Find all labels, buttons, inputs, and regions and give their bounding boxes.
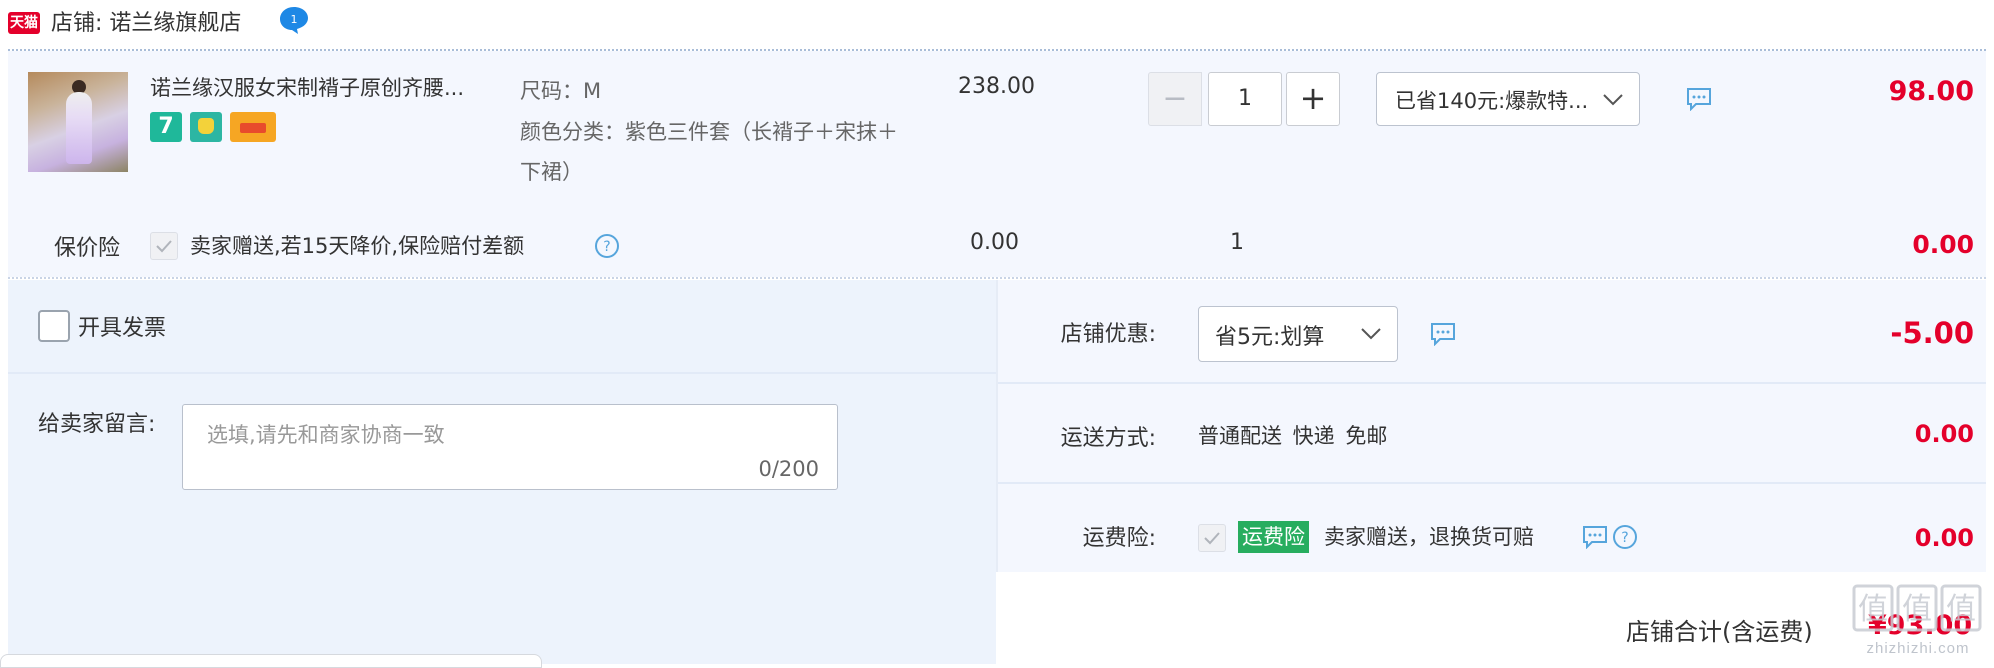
shipping-label: 运送方式: bbox=[1060, 426, 1156, 451]
shop-name-label[interactable]: 店铺: 诺兰缘旗舰店 bbox=[51, 9, 241, 39]
watermark-site: zhizhizhi.com bbox=[1866, 640, 1970, 657]
seller-memo-placeholder: 选填,请先和商家协商一致 bbox=[207, 423, 445, 447]
freight-message-icon[interactable] bbox=[1582, 525, 1608, 550]
promo-message-icon[interactable] bbox=[1686, 87, 1712, 112]
svg-text:?: ? bbox=[603, 239, 610, 255]
watermark-char: 值 bbox=[1946, 592, 1976, 627]
summary-divider bbox=[998, 482, 1986, 484]
price-insurance-price: 0.00 bbox=[970, 230, 1019, 255]
quantity-decrease-button[interactable]: − bbox=[1148, 72, 1202, 126]
seller-memo-label: 给卖家留言: bbox=[38, 412, 156, 437]
item-divider bbox=[8, 277, 1986, 279]
wangwang-chat-icon[interactable]: 1 bbox=[278, 5, 310, 35]
watermark-char: 值 bbox=[1902, 592, 1932, 627]
service-badge-icon[interactable] bbox=[190, 112, 222, 142]
quantity-increase-button[interactable]: + bbox=[1286, 72, 1340, 126]
freight-insurance-tag: 运费险 bbox=[1238, 521, 1309, 553]
freight-insurance-fee: 0.00 bbox=[1914, 524, 1974, 552]
quantity-input[interactable]: 1 bbox=[1208, 72, 1282, 126]
svg-text:?: ? bbox=[1621, 530, 1628, 546]
shop-coupon-value: 省5元:划算 bbox=[1215, 325, 1325, 350]
item-promotion-value: 已省140元:爆款特... bbox=[1395, 89, 1589, 113]
watermark-char: 值 bbox=[1858, 592, 1888, 627]
price-insurance-checkbox[interactable] bbox=[150, 232, 178, 260]
shop-coupon-amount: -5.00 bbox=[1890, 316, 1974, 350]
freight-insurance-checkbox[interactable] bbox=[1198, 524, 1226, 552]
thumbnail-figure-dress bbox=[66, 92, 92, 164]
price-insurance-description: 卖家赠送,若15天降价,保险赔付差额 bbox=[190, 234, 525, 258]
seller-memo-counter: 0/200 bbox=[758, 457, 819, 481]
bottom-popup-edge bbox=[0, 654, 542, 668]
product-title-link[interactable]: 诺兰缘汉服女宋制褙子原创齐腰... bbox=[150, 74, 510, 102]
wangwang-count: 1 bbox=[291, 13, 298, 26]
spec-color: 颜色分类：紫色三件套（长褙子＋宋抹＋下裙） bbox=[520, 120, 898, 184]
product-thumbnail[interactable] bbox=[28, 72, 128, 172]
shop-coupon-label: 店铺优惠: bbox=[1060, 322, 1156, 347]
freight-insurance-label: 运费险: bbox=[1082, 526, 1156, 551]
seven-day-return-badge[interactable]: 7 bbox=[150, 112, 182, 142]
shop-total-label: 店铺合计(含运费) bbox=[1626, 618, 1813, 646]
help-icon[interactable]: ? bbox=[1612, 524, 1638, 550]
spec-size: 尺码：M bbox=[520, 79, 602, 103]
unit-price: 238.00 bbox=[958, 74, 1035, 99]
item-promotion-select[interactable]: 已省140元:爆款特... bbox=[1376, 72, 1640, 126]
shop-coupon-select[interactable]: 省5元:划算 bbox=[1198, 306, 1398, 362]
chevron-down-icon bbox=[1601, 87, 1625, 111]
price-insurance-quantity: 1 bbox=[1230, 230, 1244, 255]
help-icon[interactable]: ? bbox=[594, 233, 620, 259]
invoice-checkbox[interactable] bbox=[38, 310, 70, 342]
summary-divider bbox=[998, 382, 1986, 384]
freight-insurance-description: 卖家赠送，退换货可赔 bbox=[1324, 525, 1534, 549]
credit-card-badge-icon[interactable] bbox=[230, 112, 276, 142]
watermark-logo: 值 值 值 bbox=[1848, 578, 1988, 638]
invoice-label[interactable]: 开具发票 bbox=[78, 310, 166, 342]
chevron-down-icon bbox=[1359, 321, 1383, 345]
options-divider bbox=[8, 372, 996, 374]
coupon-message-icon[interactable] bbox=[1430, 322, 1456, 347]
price-insurance-total: 0.00 bbox=[1912, 230, 1974, 259]
shipping-method: 普通配送 快递 免邮 bbox=[1198, 424, 1388, 448]
price-insurance-label: 保价险 bbox=[54, 236, 121, 261]
shipping-fee: 0.00 bbox=[1914, 420, 1974, 448]
item-subtotal: 98.00 bbox=[1888, 76, 1974, 107]
seller-memo-textarea[interactable]: 选填,请先和商家协商一致 0/200 bbox=[182, 404, 838, 490]
tmall-logo-icon: 天猫 bbox=[8, 12, 40, 34]
